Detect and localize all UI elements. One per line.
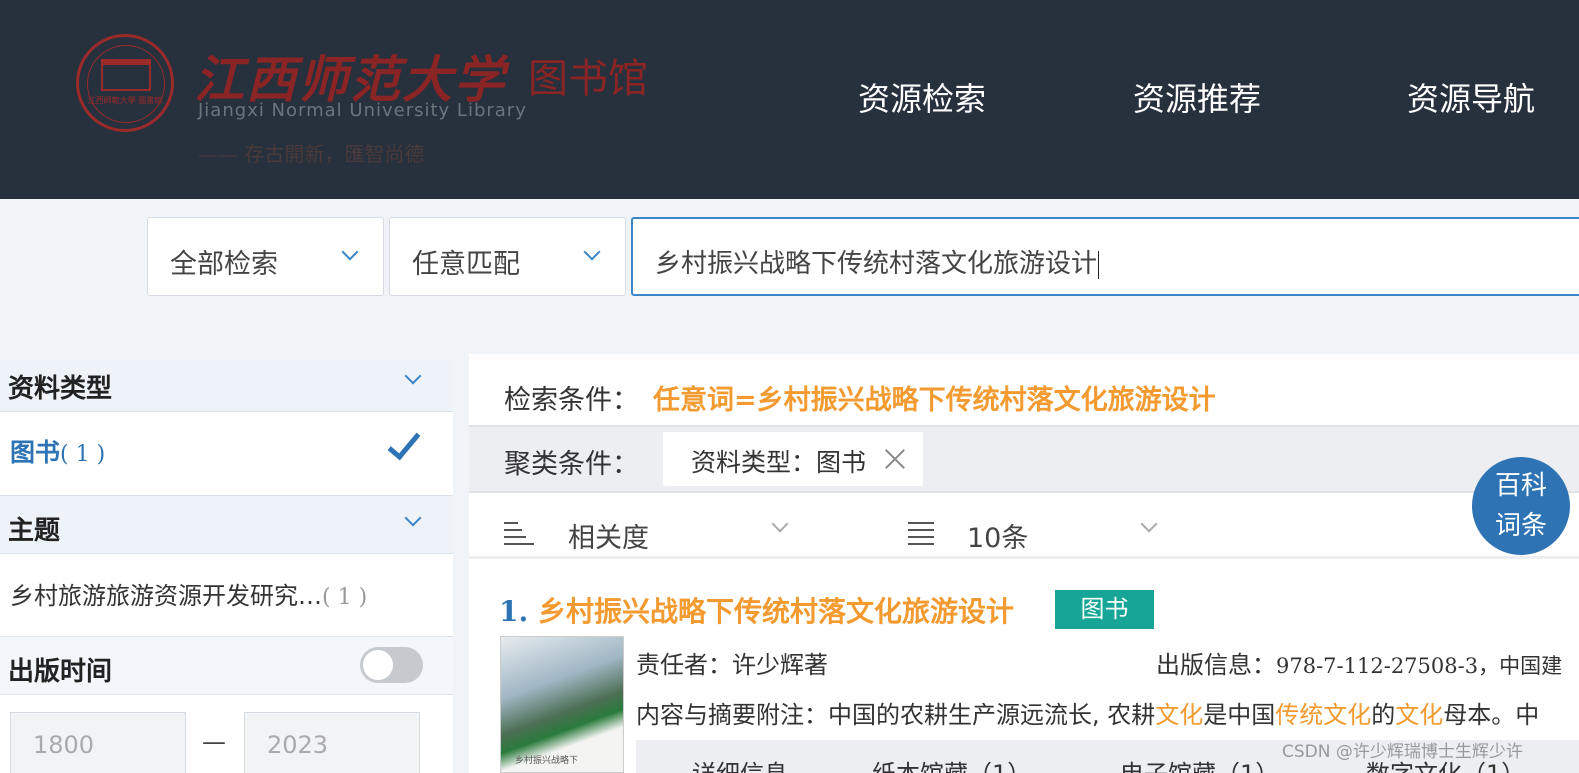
search-query-text: 乡村振兴战略下传统村落文化旅游设计 [655, 249, 1100, 279]
checkmark-icon [387, 425, 421, 461]
site-header: 江西師範大學 圖書館 江西师范大学 图书馆 Jiangxi Normal Uni… [0, 0, 1579, 199]
match-mode-select[interactable]: 任意匹配 [389, 217, 626, 296]
logo-library-name[interactable]: 图书馆 [528, 46, 648, 104]
encyclopedia-button[interactable]: 百科 词条 [1472, 457, 1570, 555]
page-size-icon [908, 520, 938, 548]
facet-header-subject[interactable]: 主题 [0, 496, 453, 554]
cluster-condition-label: 聚类条件： [504, 449, 639, 480]
logo-english-name: Jiangxi Normal University Library [198, 100, 527, 121]
page-size-select[interactable]: 10条 [967, 516, 1028, 555]
match-mode-value: 任意匹配 [412, 249, 520, 280]
chevron-down-icon [404, 367, 422, 385]
search-input[interactable]: 乡村振兴战略下传统村落文化旅游设计 [631, 217, 1579, 296]
result-title-link[interactable]: 1. 乡村振兴战略下传统村落文化旅游设计 [499, 590, 1014, 630]
seal-text: 江西師範大學 圖書館 [87, 96, 163, 105]
search-scope-value: 全部检索 [170, 249, 278, 280]
result-abstract: 内容与摘要附注：中国的农耕生产源远流长, 农耕文化是中国传统文化的文化母本。中 [636, 701, 1540, 729]
nav-resource-search[interactable]: 资源检索 [858, 74, 986, 120]
nav-resource-recommend[interactable]: 资源推荐 [1133, 74, 1261, 120]
csdn-watermark: CSDN @许少辉瑞博士生辉少许 [1282, 742, 1523, 762]
search-condition-value: 任意词=乡村振兴战略下传统村落文化旅游设计 [653, 385, 1216, 416]
close-icon[interactable] [884, 446, 906, 470]
detail-info-link[interactable]: 详细信息 [692, 754, 788, 773]
book-cover-text: 乡村振兴战略下 [515, 756, 579, 766]
result-publish-info: 出版信息：978-7-112-27508-3，中国建 [1156, 651, 1563, 679]
facet-item-subject-label[interactable]: 乡村旅游旅游资源开发研究…( 1 ) [10, 576, 367, 611]
facet-title-subject: 主题 [8, 516, 61, 546]
chevron-down-icon [341, 243, 359, 261]
chevron-down-icon [404, 509, 422, 527]
chevron-down-icon [583, 243, 601, 261]
search-condition-label: 检索条件： [504, 385, 639, 416]
result-type-badge: 图书 [1055, 590, 1154, 629]
facet-item-subject[interactable]: 乡村旅游旅游资源开发研究…( 1 ) [0, 555, 453, 637]
year-from-value: 1800 [33, 731, 95, 759]
year-to-value: 2023 [267, 731, 329, 759]
facet-title-year: 出版时间 [8, 657, 113, 687]
facet-header-type[interactable]: 资料类型 [0, 354, 453, 412]
year-to-input[interactable]: 2023 [244, 712, 420, 773]
print-holdings-link[interactable]: 纸本馆藏（1） [872, 754, 1031, 773]
facet-item-book[interactable]: 图书( 1 ) [0, 413, 453, 496]
search-scope-select[interactable]: 全部检索 [147, 217, 384, 296]
year-range-dash: — [202, 728, 226, 756]
result-author: 责任者：许少辉著 [636, 651, 828, 679]
nav-resource-navigation[interactable]: 资源导航 [1407, 74, 1535, 120]
toggle-knob [363, 650, 393, 680]
facet-header-year: 出版时间 [0, 637, 453, 695]
sort-order-icon [504, 520, 534, 548]
book-cover-image[interactable]: 乡村振兴战略下 [500, 636, 624, 773]
facet-title-type: 资料类型 [8, 374, 113, 404]
logo-motto: —— 存古開新，匯智尚德 [198, 142, 425, 166]
seal-building-icon [101, 59, 151, 91]
ebook-holdings-link[interactable]: 电子馆藏（1） [1120, 754, 1279, 773]
university-seal-icon: 江西師範大學 圖書館 [76, 34, 174, 132]
year-filter-toggle[interactable] [360, 647, 423, 683]
facet-item-book-label[interactable]: 图书( 1 ) [10, 433, 105, 469]
cluster-tag-label: 资料类型：图书 [691, 448, 867, 477]
year-from-input[interactable]: 1800 [10, 712, 186, 773]
sort-order-select[interactable]: 相关度 [568, 516, 649, 555]
